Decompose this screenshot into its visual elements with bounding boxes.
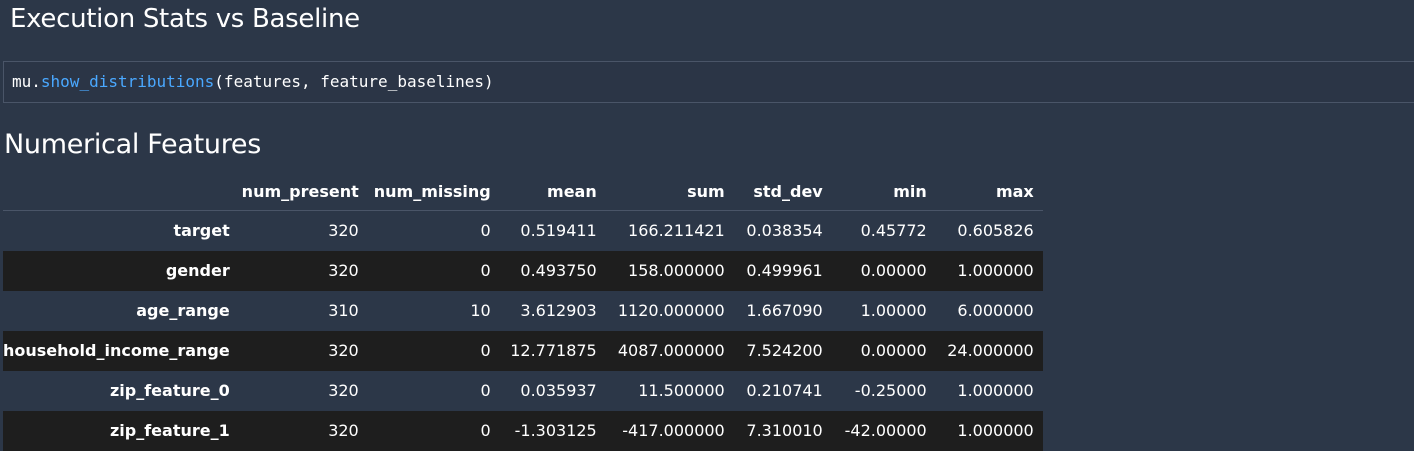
cell-sum: 11.500000 (638, 381, 725, 400)
cell-min: 0.00000 (860, 341, 927, 360)
cell-sum: 158.000000 (628, 261, 725, 280)
cell-mean: -1.303125 (514, 421, 597, 440)
table-row: household_income_range 320 0 12.771875 4… (3, 330, 1043, 371)
row-label: zip_feature_0 (109, 381, 230, 400)
cell-std-dev: 0.210741 (746, 381, 823, 400)
cell-min: 1.00000 (860, 301, 927, 320)
code-function-name: show_distributions (40, 72, 215, 91)
cell-mean: 12.771875 (510, 341, 597, 360)
table-row: age_range 310 10 3.612903 1120.000000 1.… (3, 291, 1043, 331)
cell-min: -42.00000 (844, 421, 927, 440)
cell-num-present: 310 (328, 301, 359, 320)
cell-max: 6.000000 (957, 301, 1034, 320)
column-header-sum: sum (605, 172, 734, 211)
cell-sum: 1120.000000 (617, 301, 725, 320)
cell-mean: 0.519411 (520, 221, 597, 241)
page-title: Execution Stats vs Baseline (10, 4, 360, 34)
cell-mean: 3.612903 (520, 301, 597, 320)
cell-max: 1.000000 (957, 421, 1034, 440)
table-header-row: num_present num_missing mean sum std_dev… (3, 172, 1043, 211)
cell-max: 24.000000 (947, 341, 1034, 360)
cell-num-missing: 10 (470, 301, 491, 320)
column-header-num-present: num_present (238, 172, 368, 211)
table-row: zip_feature_0 320 0 0.035937 11.500000 0… (3, 371, 1043, 411)
cell-min: 0.45772 (860, 221, 927, 241)
column-header-mean: mean (499, 172, 606, 211)
cell-min: 0.00000 (860, 261, 927, 280)
column-header-num-missing: num_missing (367, 172, 500, 211)
cell-num-missing: 0 (480, 421, 491, 440)
numerical-features-table: num_present num_missing mean sum std_dev… (3, 172, 1043, 451)
cell-num-present: 320 (328, 261, 359, 280)
section-title: Numerical Features (4, 129, 261, 160)
code-arguments: (features, feature_baselines) (214, 72, 494, 91)
row-label: household_income_range (3, 341, 230, 360)
row-label: age_range (136, 301, 230, 320)
row-label: gender (165, 261, 230, 280)
table-row: gender 320 0 0.493750 158.000000 0.49996… (3, 250, 1043, 291)
cell-max: 1.000000 (957, 381, 1034, 400)
column-header-max: max (935, 172, 1043, 211)
cell-num-missing: 0 (480, 381, 491, 400)
table-row: zip_feature_1 320 0 -1.303125 -417.00000… (3, 410, 1043, 451)
cell-num-present: 320 (328, 381, 359, 400)
cell-sum: 4087.000000 (617, 341, 725, 360)
column-header-std-dev: std_dev (733, 172, 832, 211)
column-header-index (3, 172, 239, 211)
code-object: mu (12, 72, 32, 91)
table-row: target 320 0 0.519411 166.211421 0.03835… (3, 211, 1043, 251)
cell-num-missing: 0 (480, 221, 491, 241)
cell-num-missing: 0 (480, 261, 491, 280)
row-label: target (173, 221, 230, 241)
cell-num-missing: 0 (480, 341, 491, 360)
code-cell[interactable]: mu.show_distributions(features, feature_… (3, 61, 1414, 103)
cell-std-dev: 7.310010 (746, 421, 823, 440)
cell-min: -0.25000 (854, 381, 927, 400)
column-header-min: min (831, 172, 936, 211)
cell-std-dev: 0.038354 (746, 221, 823, 241)
cell-num-present: 320 (328, 341, 359, 360)
cell-sum: -417.000000 (622, 421, 725, 440)
cell-mean: 0.035937 (520, 381, 597, 400)
cell-std-dev: 7.524200 (746, 341, 823, 360)
cell-sum: 166.211421 (628, 221, 725, 241)
cell-max: 0.605826 (957, 221, 1034, 241)
cell-num-present: 320 (328, 421, 359, 440)
cell-max: 1.000000 (957, 261, 1034, 280)
cell-mean: 0.493750 (520, 261, 597, 280)
cell-std-dev: 1.667090 (746, 301, 823, 320)
cell-std-dev: 0.499961 (746, 261, 823, 280)
row-label: zip_feature_1 (109, 421, 230, 440)
code-dot: . (31, 72, 41, 91)
cell-num-present: 320 (328, 221, 359, 241)
